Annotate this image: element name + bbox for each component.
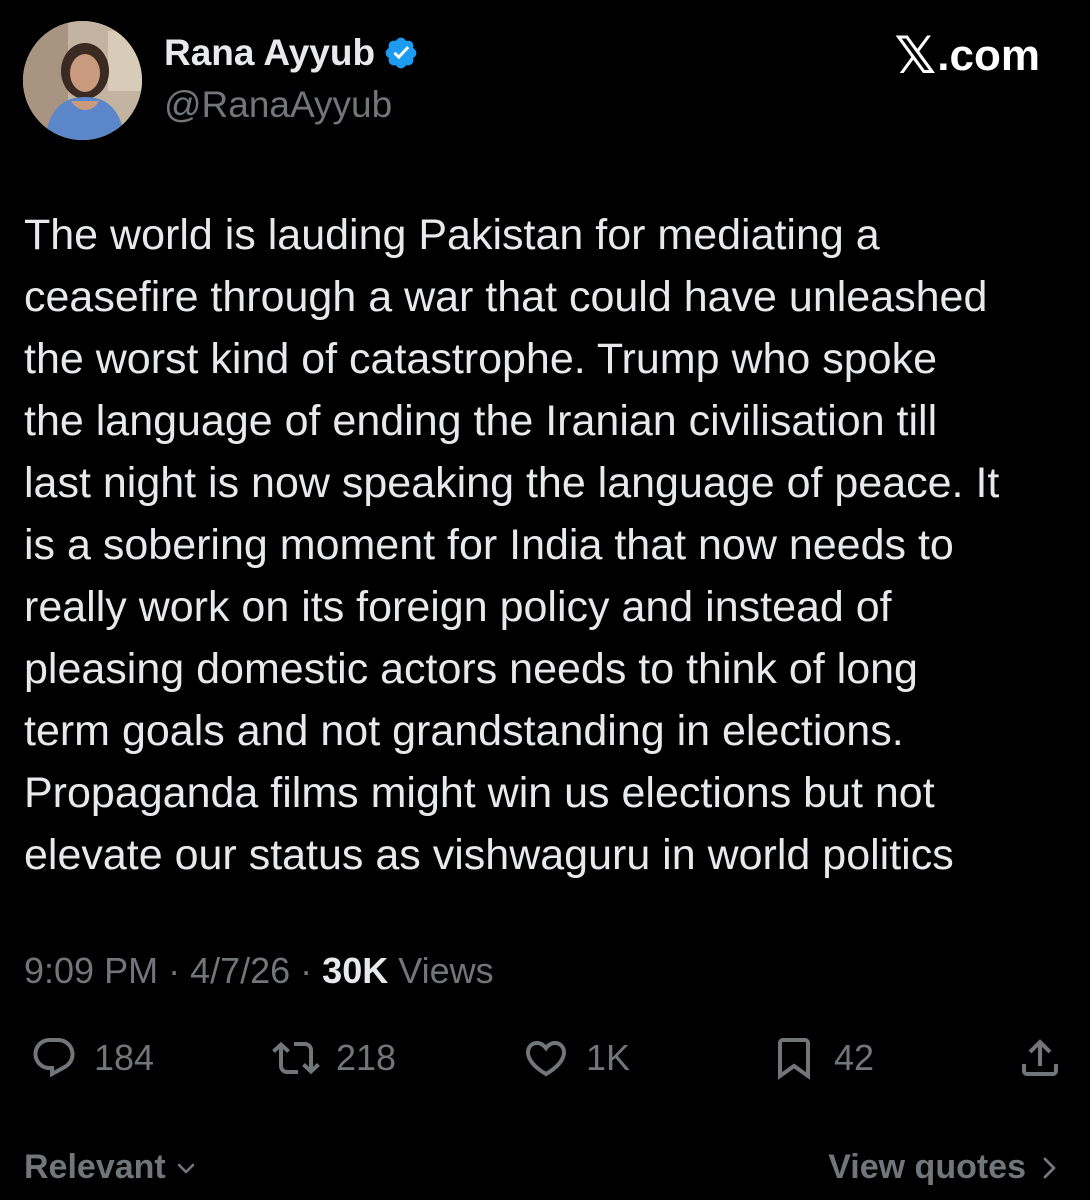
- avatar-image: [23, 21, 142, 140]
- tweet-line: pleasing domestic actors needs to think …: [24, 645, 918, 693]
- tweet-line: the language of ending the Iranian civil…: [24, 397, 938, 445]
- tweet-date[interactable]: 4/7/26: [190, 950, 290, 991]
- chevron-right-icon: [1043, 1157, 1056, 1178]
- sort-label: Relevant: [24, 1148, 166, 1186]
- bookmark-button[interactable]: 42: [770, 1034, 874, 1082]
- heart-icon: [525, 1041, 567, 1077]
- reply-count: 184: [94, 1037, 155, 1078]
- tweet-line: ceasefire through a war that could have …: [24, 273, 988, 321]
- author-display-name[interactable]: Rana Ayyub: [164, 32, 375, 74]
- view-quotes-label: View quotes: [828, 1148, 1026, 1186]
- tweet-line: elevate our status as vishwaguru in worl…: [24, 831, 954, 879]
- tweet-time[interactable]: 9:09 PM: [24, 950, 158, 991]
- author-handle[interactable]: @RanaAyyub: [164, 84, 392, 126]
- like-button[interactable]: 1K: [522, 1034, 630, 1082]
- tweet-text: The world is lauding Pakistan for mediat…: [24, 204, 1074, 886]
- tweet-line: last night is now speaking the language …: [24, 459, 1000, 507]
- meta-separator: ·: [290, 950, 323, 991]
- tweet-line: is a sobering moment for India that now …: [24, 521, 954, 569]
- tweet-meta: 9:09 PM · 4/7/26 · 30K Views: [24, 950, 494, 992]
- verified-badge-icon: [385, 37, 417, 69]
- tweet-line: really work on its foreign policy and in…: [24, 583, 892, 631]
- meta-separator: ·: [158, 950, 191, 991]
- author-name-row: Rana Ayyub: [164, 32, 419, 74]
- reply-button[interactable]: 184: [30, 1034, 154, 1082]
- repost-count: 218: [336, 1037, 397, 1078]
- avatar[interactable]: [23, 21, 142, 140]
- bookmark-icon: [778, 1038, 810, 1080]
- views-label: Views: [388, 950, 494, 991]
- repost-icon: [272, 1041, 320, 1075]
- share-button[interactable]: [1016, 1034, 1064, 1082]
- tweet-line: term goals and not grandstanding in elec…: [24, 707, 904, 755]
- bookmark-count: 42: [834, 1037, 875, 1078]
- tweet-line: the worst kind of catastrophe. Trump who…: [24, 335, 938, 383]
- action-bar: 184 218 1K 42: [0, 1034, 1090, 1094]
- brand-domain-text: .com: [937, 31, 1040, 80]
- repost-button[interactable]: 218: [272, 1034, 396, 1082]
- reply-icon: [33, 1038, 75, 1078]
- x-logo-icon: 𝕏: [894, 26, 937, 86]
- share-icon: [1022, 1039, 1058, 1076]
- sort-replies-dropdown[interactable]: Relevant: [24, 1148, 198, 1187]
- x-brand-logo: 𝕏 .com: [894, 30, 1040, 82]
- tweet-line: The world is lauding Pakistan for mediat…: [24, 211, 880, 259]
- tweet-line: Propaganda films might win us elections …: [24, 769, 935, 817]
- chevron-down-icon: [177, 1163, 195, 1173]
- views-count: 30K: [322, 950, 389, 991]
- like-count: 1K: [586, 1037, 631, 1078]
- view-quotes-link[interactable]: View quotes: [828, 1148, 1060, 1187]
